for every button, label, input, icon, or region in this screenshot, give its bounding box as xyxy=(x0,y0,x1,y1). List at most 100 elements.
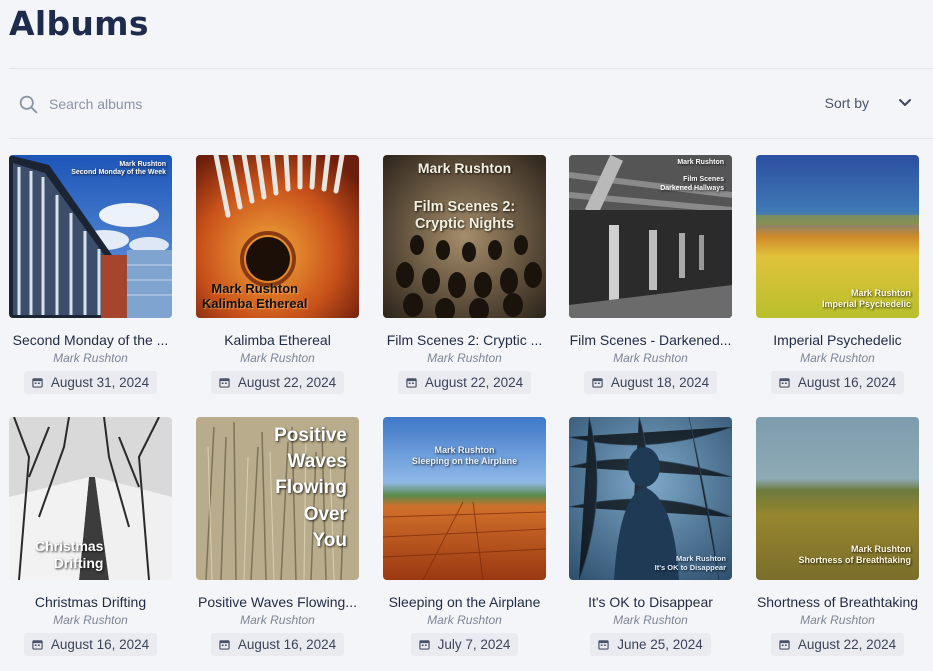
album-card[interactable]: Mark Rushton Sleeping on the Airplane Sl… xyxy=(383,417,546,656)
chevron-down-icon xyxy=(899,99,911,106)
album-date: August 22, 2024 xyxy=(797,637,897,652)
album-date: August 16, 2024 xyxy=(50,637,150,652)
cover-text: Darkened Hallways xyxy=(660,184,724,192)
cover-text: Mark Rushton xyxy=(434,445,495,455)
date-badge: August 16, 2024 xyxy=(23,633,158,656)
cover-text: Shortness of Breathtaking xyxy=(798,555,911,566)
album-cover[interactable]: Mark Rushton Sleeping on the Airplane xyxy=(383,417,546,580)
calendar-icon xyxy=(32,640,43,650)
cover-text: Mark Rushton xyxy=(850,544,911,555)
album-cover[interactable]: Positive Waves Flowing Over You xyxy=(196,417,359,580)
album-artist: Mark Rushton xyxy=(613,351,688,365)
album-cover[interactable]: Mark Rushton It's OK to Disappear xyxy=(569,417,732,580)
album-artist: Mark Rushton xyxy=(613,613,688,627)
date-badge: August 18, 2024 xyxy=(583,371,718,394)
page-title: Albums xyxy=(9,4,149,43)
calendar-icon xyxy=(598,640,609,650)
calendar-icon xyxy=(219,378,230,388)
albums-page: Albums Sort by xyxy=(0,0,933,671)
calendar-icon xyxy=(406,378,417,388)
search-input[interactable] xyxy=(49,96,349,112)
album-artist: Mark Rushton xyxy=(800,613,875,627)
album-date: August 16, 2024 xyxy=(797,375,897,390)
album-title[interactable]: Positive Waves Flowing... xyxy=(196,594,359,610)
album-title[interactable]: Shortness of Breathtaking xyxy=(756,594,919,610)
calendar-icon xyxy=(418,640,430,650)
cover-text: Positive xyxy=(274,425,347,446)
album-cover[interactable]: Mark Rushton Film Scenes Darkened Hallwa… xyxy=(569,155,732,318)
album-date: August 18, 2024 xyxy=(610,375,710,390)
cover-text: Mark Rushton xyxy=(675,554,726,563)
album-date: June 25, 2024 xyxy=(617,637,703,652)
sort-label: Sort by xyxy=(824,95,869,111)
album-date: August 16, 2024 xyxy=(237,637,337,652)
divider xyxy=(9,68,933,69)
cover-text: You xyxy=(312,529,347,551)
album-cover[interactable]: Mark Rushton Imperial Psychedelic xyxy=(756,155,919,318)
date-badge: August 31, 2024 xyxy=(23,371,158,394)
album-date: August 22, 2024 xyxy=(424,375,524,390)
cover-text: Second Monday of the Week xyxy=(71,169,166,177)
date-badge: July 7, 2024 xyxy=(410,633,519,656)
album-title[interactable]: Film Scenes - Darkened... xyxy=(569,332,732,348)
cover-text: Mark Rushton xyxy=(677,159,724,166)
cover-text: Flowing xyxy=(275,477,347,499)
date-badge: August 16, 2024 xyxy=(770,371,905,394)
album-title[interactable]: Sleeping on the Airplane xyxy=(383,594,546,610)
calendar-icon xyxy=(779,378,790,388)
cover-text: Mark Rushton xyxy=(211,280,299,296)
album-card[interactable]: Mark Rushton Kalimba Ethereal Kalimba Et… xyxy=(196,155,359,394)
album-artist: Mark Rushton xyxy=(53,613,128,627)
cover-text: Kalimba Ethereal xyxy=(202,296,308,312)
album-date: August 22, 2024 xyxy=(237,375,337,390)
calendar-icon xyxy=(219,640,230,650)
album-cover[interactable]: Mark Rushton Film Scenes 2: Cryptic Nigh… xyxy=(383,155,546,318)
search-icon xyxy=(19,95,38,113)
cover-text: Christmas xyxy=(35,538,104,555)
date-badge: June 25, 2024 xyxy=(590,633,711,656)
album-card[interactable]: Mark Rushton Imperial Psychedelic Imperi… xyxy=(756,155,919,394)
divider xyxy=(9,138,933,139)
album-title[interactable]: It's OK to Disappear xyxy=(569,594,732,610)
sort-dropdown[interactable]: Sort by xyxy=(825,92,913,114)
album-card[interactable]: Mark Rushton Film Scenes Darkened Hallwa… xyxy=(569,155,732,394)
date-badge: August 22, 2024 xyxy=(210,371,345,394)
cover-text: It's OK to Disappear xyxy=(654,563,726,572)
cover-text: Imperial Psychedelic xyxy=(821,299,911,310)
cover-text: Drifting xyxy=(53,555,104,572)
search-bar[interactable] xyxy=(18,92,349,116)
calendar-icon xyxy=(32,378,43,388)
album-cover[interactable]: Mark Rushton Second Monday of the Week xyxy=(9,155,172,318)
album-title[interactable]: Second Monday of the ... xyxy=(9,332,172,348)
album-title[interactable]: Imperial Psychedelic xyxy=(756,332,919,348)
cover-text: Waves xyxy=(287,451,348,473)
album-artist: Mark Rushton xyxy=(53,351,128,365)
cover-text: Mark Rushton xyxy=(850,288,911,299)
album-card[interactable]: Mark Rushton Film Scenes 2: Cryptic Nigh… xyxy=(383,155,546,394)
album-artist: Mark Rushton xyxy=(427,351,502,365)
album-card[interactable]: Mark Rushton It's OK to Disappear It's O… xyxy=(569,417,732,656)
album-cover[interactable]: Mark Rushton Kalimba Ethereal xyxy=(196,155,359,318)
album-artist: Mark Rushton xyxy=(800,351,875,365)
cover-text: Film Scenes xyxy=(683,176,724,184)
date-badge: August 16, 2024 xyxy=(210,633,345,656)
album-card[interactable]: Mark Rushton Second Monday of the Week S… xyxy=(9,155,172,394)
cover-text: Over xyxy=(303,503,347,525)
album-title[interactable]: Film Scenes 2: Cryptic ... xyxy=(383,332,546,348)
cover-text: Cryptic Nights xyxy=(414,216,515,233)
calendar-icon xyxy=(592,378,603,388)
album-artist: Mark Rushton xyxy=(240,351,315,365)
album-card[interactable]: Christmas Drifting Christmas Drifting Ma… xyxy=(9,417,172,656)
album-title[interactable]: Christmas Drifting xyxy=(9,594,172,610)
album-date: July 7, 2024 xyxy=(437,637,511,652)
album-cover[interactable]: Mark Rushton Shortness of Breathtaking xyxy=(756,417,919,580)
album-card[interactable]: Mark Rushton Shortness of Breathtaking S… xyxy=(756,417,919,656)
calendar-icon xyxy=(779,640,790,650)
date-badge: August 22, 2024 xyxy=(397,371,532,394)
album-cover[interactable]: Christmas Drifting xyxy=(9,417,172,580)
cover-text: Film Scenes 2: xyxy=(413,199,516,215)
album-title[interactable]: Kalimba Ethereal xyxy=(196,332,359,348)
album-artist: Mark Rushton xyxy=(240,613,315,627)
album-card[interactable]: Positive Waves Flowing Over You Positive… xyxy=(196,417,359,656)
album-artist: Mark Rushton xyxy=(427,613,502,627)
